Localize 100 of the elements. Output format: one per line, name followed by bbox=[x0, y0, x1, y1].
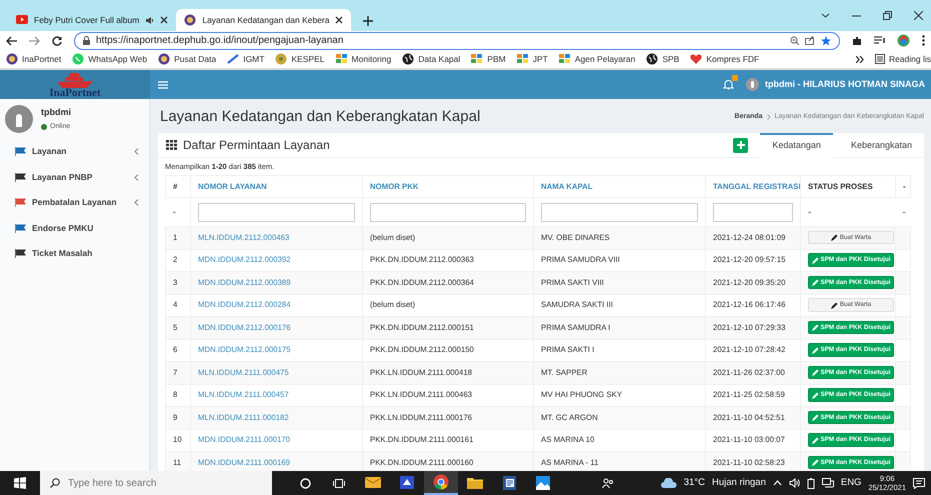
sidebar-item[interactable]: Pembatalan Layanan bbox=[0, 190, 149, 216]
close-icon[interactable] bbox=[914, 11, 923, 20]
more-menu-icon[interactable] bbox=[922, 35, 925, 46]
plane-icon bbox=[227, 53, 240, 65]
browser-tab[interactable]: Layanan Kedatangan dan Kebera bbox=[176, 9, 352, 31]
user-avatar-icon bbox=[746, 78, 759, 91]
chat-icon bbox=[72, 53, 84, 65]
sidebar-item[interactable]: Layanan bbox=[0, 139, 149, 164]
address-bar[interactable]: https://inaportnet.dephub.go.id/inout/pengajuan-layanan bbox=[74, 32, 840, 50]
close-icon[interactable] bbox=[335, 16, 344, 24]
star-icon[interactable] bbox=[821, 36, 831, 46]
add-button[interactable] bbox=[733, 138, 748, 152]
user-menu[interactable]: tpbdmi - HILARIUS HOTMAN SINAGA bbox=[765, 78, 931, 92]
back-icon[interactable] bbox=[6, 36, 17, 46]
card-tab[interactable]: Keberangkatan bbox=[838, 132, 924, 158]
filter-field[interactable] bbox=[198, 202, 355, 222]
chevron-up-icon[interactable] bbox=[772, 480, 782, 486]
bookmark[interactable]: Agen Pelayaran bbox=[558, 52, 636, 66]
browser-tab[interactable]: Feby Putri Cover Full album bbox=[8, 9, 176, 31]
pencil-icon bbox=[812, 279, 819, 286]
bookmark[interactable]: WhatsApp Web bbox=[72, 52, 148, 66]
filter-field[interactable] bbox=[713, 202, 793, 222]
language-indicator[interactable]: ENG bbox=[840, 476, 862, 490]
reload-icon[interactable] bbox=[52, 36, 62, 46]
windows-start-icon[interactable] bbox=[14, 477, 26, 489]
card-tab[interactable]: Kedatangan bbox=[760, 132, 833, 158]
pencil-icon bbox=[830, 302, 838, 309]
pencil-icon bbox=[812, 369, 819, 376]
bookmark[interactable]: IGMT bbox=[227, 52, 264, 66]
menu-icon[interactable] bbox=[158, 80, 168, 88]
forward-icon[interactable] bbox=[29, 36, 40, 46]
sidebar-item[interactable]: Ticket Masalah bbox=[0, 241, 149, 266]
bookmark[interactable]: Kompres FDF bbox=[690, 52, 760, 66]
pencil-icon bbox=[812, 256, 819, 264]
task-view-icon[interactable] bbox=[333, 478, 345, 488]
sidebar-item[interactable]: Layanan PNBP bbox=[0, 164, 149, 190]
cloud-icon[interactable] bbox=[660, 478, 677, 488]
user-avatar-icon bbox=[5, 105, 33, 133]
bookmark[interactable]: Pusat Data bbox=[158, 52, 216, 66]
card-title: Daftar Permintaan Layanan bbox=[183, 137, 331, 154]
playlist-icon[interactable] bbox=[874, 36, 885, 45]
pencil-icon bbox=[812, 324, 819, 332]
bookmark[interactable]: Monitoring bbox=[336, 52, 392, 66]
box-icon bbox=[399, 475, 415, 491]
grid-icon bbox=[166, 140, 177, 150]
empty-filter-text: - bbox=[902, 206, 906, 218]
taskbar-app[interactable] bbox=[424, 471, 458, 495]
temperature-text: 31°C bbox=[684, 476, 705, 490]
restore-icon[interactable] bbox=[883, 11, 892, 20]
zoom-icon[interactable] bbox=[790, 36, 799, 45]
filter-field[interactable] bbox=[370, 202, 526, 222]
bookmark[interactable]: SPB bbox=[646, 52, 680, 66]
reading-list-button[interactable]: Reading lis bbox=[874, 52, 931, 66]
empty-filter-text: - bbox=[172, 206, 176, 218]
chevron-down-icon[interactable] bbox=[821, 11, 830, 20]
pencil-icon bbox=[812, 459, 819, 466]
bell-icon bbox=[723, 79, 734, 90]
new-tab-button[interactable] bbox=[363, 16, 374, 26]
pencil-icon bbox=[812, 346, 819, 354]
close-icon[interactable] bbox=[160, 16, 168, 24]
taskbar-search-field[interactable]: Type here to search bbox=[40, 471, 272, 495]
document-icon bbox=[501, 475, 517, 491]
globe-icon bbox=[402, 53, 414, 65]
volume-icon[interactable] bbox=[788, 478, 800, 488]
emblem-icon bbox=[184, 14, 196, 26]
profile-avatar-icon[interactable] bbox=[897, 34, 910, 47]
grid-icon bbox=[471, 53, 484, 65]
bookmark[interactable]: InaPortnet bbox=[6, 52, 62, 66]
emblem-icon bbox=[6, 53, 18, 65]
more-bookmarks-icon[interactable] bbox=[856, 56, 864, 62]
share-icon[interactable] bbox=[805, 36, 815, 45]
grid-icon bbox=[516, 53, 529, 65]
cortana-circle-icon[interactable] bbox=[300, 478, 310, 488]
bookmark[interactable]: Data Kapal bbox=[402, 52, 460, 66]
mail-icon bbox=[365, 475, 381, 491]
lock-icon bbox=[83, 36, 90, 45]
emblem-icon bbox=[158, 53, 170, 65]
network-icon[interactable] bbox=[822, 478, 834, 488]
filter-field[interactable] bbox=[541, 202, 698, 222]
online-dot-icon bbox=[41, 124, 47, 130]
empty-filter-text: - bbox=[808, 206, 812, 218]
search-icon bbox=[50, 478, 60, 488]
chevron-right-icon bbox=[766, 114, 771, 120]
pencil-icon bbox=[812, 436, 819, 444]
page-title: Layanan Kedatangan dan Keberangkatan Kapal bbox=[160, 107, 480, 127]
bookmark[interactable]: KESPEL bbox=[275, 52, 325, 66]
sidebar-item[interactable]: Endorse PMKU bbox=[0, 216, 149, 241]
photo-icon bbox=[535, 475, 551, 491]
folder-icon bbox=[467, 475, 483, 491]
battery-icon[interactable] bbox=[806, 478, 815, 488]
pencil-icon bbox=[812, 392, 819, 399]
bookmark[interactable]: PBM bbox=[471, 52, 506, 66]
pencil-icon bbox=[812, 414, 819, 422]
people-icon[interactable] bbox=[602, 478, 614, 488]
heart-icon bbox=[690, 53, 702, 65]
plus-icon bbox=[736, 141, 745, 149]
bookmark[interactable]: JPT bbox=[516, 52, 548, 66]
notifications-icon[interactable] bbox=[913, 478, 925, 488]
weather-text: Hujan ringan bbox=[712, 476, 766, 490]
video-icon bbox=[16, 14, 28, 26]
